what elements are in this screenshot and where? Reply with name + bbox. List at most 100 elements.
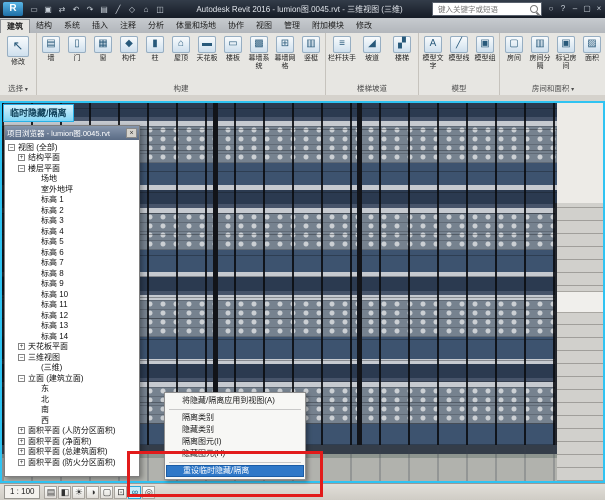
tree-item[interactable]: 南 xyxy=(5,405,139,416)
ribbon-tab[interactable]: 建筑 xyxy=(0,19,30,33)
tree-expander-icon[interactable] xyxy=(31,333,38,340)
help-icon[interactable]: ? xyxy=(557,2,569,16)
ribbon-tab[interactable]: 协作 xyxy=(222,19,250,33)
context-menu-item[interactable]: 隐藏图元(H) xyxy=(166,448,304,460)
project-browser-header[interactable]: 项目浏览器 - lumion图.0045.rvt × xyxy=(5,126,139,140)
ribbon-tab[interactable]: 体量和场地 xyxy=(170,19,222,33)
context-menu-item[interactable] xyxy=(166,407,304,412)
ribbon-tab[interactable]: 附加模块 xyxy=(306,19,350,33)
ribbon-tab[interactable]: 修改 xyxy=(350,19,378,33)
tree-expander-icon[interactable] xyxy=(31,196,38,203)
ribbon-tab[interactable]: 分析 xyxy=(142,19,170,33)
tree-expander-icon[interactable] xyxy=(31,217,38,224)
tree-item[interactable]: − 楼层平面 xyxy=(5,163,139,174)
tree-expander-icon[interactable] xyxy=(31,396,38,403)
tree-expander-icon[interactable] xyxy=(31,280,38,287)
close-icon[interactable]: × xyxy=(126,128,137,138)
ribbon-tab[interactable]: 视图 xyxy=(250,19,278,33)
ribbon-tool[interactable]: ▣ 标记房间 xyxy=(553,34,579,71)
tree-expander-icon[interactable] xyxy=(31,259,38,266)
ribbon-tool[interactable]: A 模型文字 xyxy=(420,34,446,71)
tree-expander-icon[interactable]: + xyxy=(18,427,25,434)
tree-expander-icon[interactable] xyxy=(31,207,38,214)
tree-expander-icon[interactable]: + xyxy=(18,438,25,445)
temporary-hide-isolate-icon[interactable]: ∞ xyxy=(128,486,141,499)
ribbon-tool[interactable]: ↖ 修改 xyxy=(1,34,35,67)
tree-item[interactable]: 标高 4 xyxy=(5,226,139,237)
tree-item[interactable]: + 面积平面 (净面积) xyxy=(5,436,139,447)
ribbon-tool[interactable]: ▯ 门 xyxy=(64,34,90,63)
ribbon-tool[interactable]: ▣ 模型组 xyxy=(472,34,498,63)
tree-expander-icon[interactable] xyxy=(31,238,38,245)
tree-item[interactable]: 室外地坪 xyxy=(5,184,139,195)
tree-item[interactable]: 标高 5 xyxy=(5,237,139,248)
context-menu-item[interactable]: 将隐藏/隔离应用到视图(A) xyxy=(166,395,304,407)
tree-expander-icon[interactable] xyxy=(31,249,38,256)
tree-item[interactable]: 北 xyxy=(5,394,139,405)
maximize-icon[interactable]: ▢ xyxy=(581,2,593,16)
ribbon-tab[interactable]: 结构 xyxy=(30,19,58,33)
ribbon-tool[interactable]: ≡ 栏杆扶手 xyxy=(327,34,357,63)
tree-expander-icon[interactable] xyxy=(31,291,38,298)
tree-expander-icon[interactable] xyxy=(31,228,38,235)
open-icon[interactable]: ▭ xyxy=(28,3,40,16)
ribbon-tool[interactable]: ▮ 柱 xyxy=(142,34,168,63)
close-icon[interactable]: × xyxy=(593,2,605,16)
ribbon-tab[interactable]: 管理 xyxy=(278,19,306,33)
tree-expander-icon[interactable]: − xyxy=(18,375,25,382)
ribbon-tool[interactable]: ▨ 面积 xyxy=(579,34,605,63)
ribbon-tab[interactable]: 注释 xyxy=(114,19,142,33)
tree-expander-icon[interactable] xyxy=(31,385,38,392)
tree-expander-icon[interactable]: − xyxy=(18,354,25,361)
tree-expander-icon[interactable] xyxy=(31,175,38,182)
tag-icon[interactable]: ◇ xyxy=(126,3,138,16)
ribbon-tab[interactable]: 插入 xyxy=(86,19,114,33)
section-icon[interactable]: ◫ xyxy=(154,3,166,16)
tree-expander-icon[interactable] xyxy=(31,417,38,424)
context-menu-item[interactable]: 重设临时隐藏/隔离 xyxy=(166,465,304,477)
tree-item[interactable]: 标高 3 xyxy=(5,216,139,227)
tree-expander-icon[interactable]: + xyxy=(18,154,25,161)
tree-item[interactable]: 标高 12 xyxy=(5,310,139,321)
tree-item[interactable]: − 三维视图 xyxy=(5,352,139,363)
ribbon-tool[interactable]: ▭ 楼板 xyxy=(220,34,246,63)
tree-expander-icon[interactable]: − xyxy=(18,165,25,172)
tree-item[interactable]: − 视图 (全部) xyxy=(5,142,139,153)
show-crop-region-icon[interactable]: ⊡ xyxy=(114,486,127,499)
measure-icon[interactable]: ╱ xyxy=(112,3,124,16)
signin-icon[interactable]: ○ xyxy=(545,2,557,16)
context-menu-item[interactable] xyxy=(166,460,304,465)
ribbon-tab[interactable]: 系统 xyxy=(58,19,86,33)
3d-view-icon[interactable]: ⌂ xyxy=(140,3,152,16)
ribbon-tool[interactable]: ⊞ 幕墙网格 xyxy=(272,34,298,71)
tree-item[interactable]: + 面积平面 (防火分区面积) xyxy=(5,457,139,468)
ribbon-tool[interactable]: ▤ 墙 xyxy=(38,34,64,63)
tree-item[interactable]: 西 xyxy=(5,415,139,426)
sync-icon[interactable]: ⇄ xyxy=(56,3,68,16)
revit-logo-icon[interactable]: R xyxy=(3,2,23,16)
context-menu-item[interactable]: 隔离图元(I) xyxy=(166,436,304,448)
tree-item[interactable]: 标高 2 xyxy=(5,205,139,216)
tree-expander-icon[interactable] xyxy=(31,406,38,413)
ribbon-tool[interactable]: ▥ 房间分隔 xyxy=(527,34,553,71)
sun-path-icon[interactable]: ☀ xyxy=(72,486,85,499)
tree-expander-icon[interactable]: − xyxy=(8,144,15,151)
tree-item[interactable]: 场地 xyxy=(5,174,139,185)
tree-expander-icon[interactable]: + xyxy=(18,459,25,466)
save-icon[interactable]: ▣ xyxy=(42,3,54,16)
minimize-icon[interactable]: – xyxy=(569,2,581,16)
ribbon-tool[interactable]: ▬ 天花板 xyxy=(194,34,220,63)
tree-expander-icon[interactable]: + xyxy=(18,343,25,350)
tree-item[interactable]: + 天花板平面 xyxy=(5,342,139,353)
ribbon-tool[interactable]: ▢ 房间 xyxy=(501,34,527,63)
shadows-icon[interactable]: ◑ xyxy=(86,486,99,499)
tree-item[interactable]: 标高 10 xyxy=(5,289,139,300)
tree-item[interactable]: 标高 9 xyxy=(5,279,139,290)
tree-expander-icon[interactable] xyxy=(31,186,38,193)
tree-item[interactable]: 标高 8 xyxy=(5,268,139,279)
visual-style-icon[interactable]: ◧ xyxy=(58,486,71,499)
ribbon-tool[interactable]: ▞ 楼梯 xyxy=(387,34,417,63)
tree-item[interactable]: 标高 7 xyxy=(5,258,139,269)
view-scale[interactable]: 1 : 100 xyxy=(4,485,40,499)
context-menu-item[interactable]: 隐藏类别 xyxy=(166,424,304,436)
